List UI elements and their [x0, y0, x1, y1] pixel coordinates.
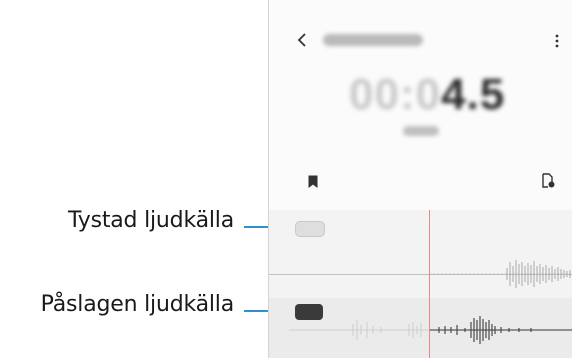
- elapsed-time: 00:04.5: [349, 70, 505, 120]
- chevron-left-icon[interactable]: [295, 32, 309, 48]
- playhead-line[interactable]: [429, 210, 430, 358]
- track-muted: [269, 210, 572, 298]
- document-save-icon[interactable]: [541, 172, 555, 188]
- recording-title: [323, 34, 423, 46]
- more-vertical-icon[interactable]: [553, 34, 561, 48]
- waveform-muted: [429, 260, 572, 288]
- recorder-screen: 00:04.5: [268, 0, 572, 358]
- bookmark-icon[interactable]: [307, 174, 319, 188]
- track-active: [269, 298, 572, 358]
- waveform-active: [289, 316, 572, 344]
- elapsed-time-dim: 00:0: [349, 70, 442, 119]
- callout-muted-source: Tystad ljudkälla: [67, 208, 234, 233]
- recording-subtime: [403, 126, 439, 136]
- elapsed-time-main: 4.5: [441, 70, 506, 119]
- callout-active-source: Påslagen ljudkälla: [40, 292, 235, 317]
